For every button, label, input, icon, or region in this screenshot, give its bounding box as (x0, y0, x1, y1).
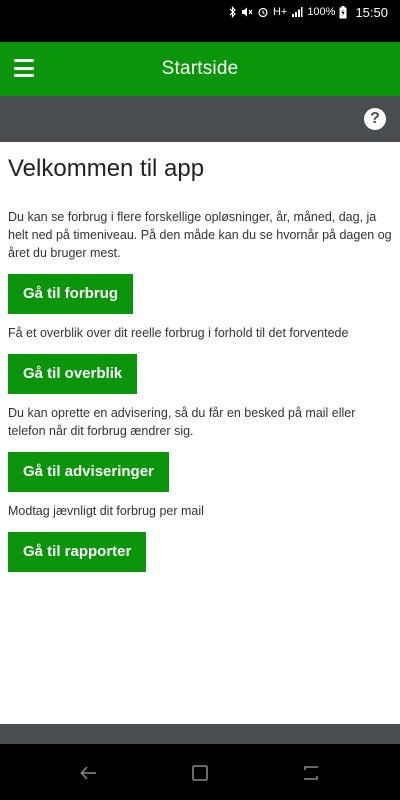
goto-adviseringer-button[interactable]: Gå til adviseringer (8, 452, 169, 492)
recent-apps-icon[interactable] (300, 762, 322, 784)
signal-icon (292, 7, 303, 17)
home-icon[interactable] (189, 762, 211, 784)
status-icons: H+ 100% 15:50 (228, 5, 388, 20)
goto-overblik-button[interactable]: Gå til overblik (8, 354, 138, 394)
rapporter-description: Modtag jævnligt dit forbrug per mail (8, 504, 204, 518)
toolbar: ? (0, 96, 400, 142)
goto-rapporter-button[interactable]: Gå til rapporter (8, 532, 147, 572)
system-nav-bar (0, 744, 400, 800)
goto-forbrug-button[interactable]: Gå til forbrug (8, 274, 133, 314)
status-bar: H+ 100% 15:50 (0, 0, 400, 24)
alarm-icon (258, 7, 268, 18)
app-bar: Startside (0, 42, 400, 96)
back-icon[interactable] (78, 762, 100, 784)
page-title: Velkommen til app (8, 155, 205, 182)
overblik-description: Få et overblik over dit reelle forbrug i… (8, 326, 349, 340)
help-icon[interactable]: ? (364, 108, 386, 130)
network-type-label: H+ (272, 5, 288, 18)
battery-percent: 100% (307, 6, 336, 18)
bluetooth-icon (229, 6, 236, 18)
app-title: Startside (161, 58, 239, 79)
adviseringer-description: Du kan oprette en advisering, så du får … (8, 406, 356, 438)
main-content: Velkommen til app Du kan se forbrug i fl… (0, 142, 400, 724)
clock: 15:50 (355, 4, 388, 20)
forbrug-description: Du kan se forbrug i flere forskellige op… (8, 210, 392, 260)
mute-icon (241, 7, 253, 17)
battery-charging-icon (339, 5, 347, 18)
footer-strip (0, 724, 400, 744)
